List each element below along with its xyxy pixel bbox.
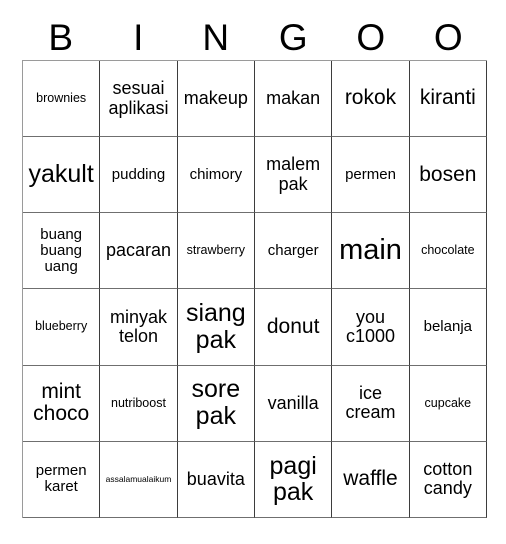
- bingo-header-letter: N: [202, 16, 230, 58]
- bingo-cell-label: charger: [267, 241, 319, 259]
- bingo-cell-label: yakult: [28, 160, 94, 189]
- bingo-cell-label: makeup: [183, 87, 248, 108]
- bingo-cell-label: main: [339, 234, 402, 267]
- bingo-header-letter: I: [133, 16, 144, 58]
- bingo-cell-label: you c1000: [345, 306, 396, 347]
- bingo-cell-label: sesuai aplikasi: [108, 78, 169, 118]
- bingo-cell[interactable]: assalamualaikum: [100, 441, 178, 518]
- bingo-cell[interactable]: vanilla: [255, 365, 333, 442]
- bingo-cell[interactable]: waffle: [332, 441, 410, 518]
- bingo-cell[interactable]: kiranti: [409, 61, 487, 138]
- bingo-cell[interactable]: pagi pak: [255, 441, 333, 518]
- bingo-cell-label: buavita: [186, 468, 245, 489]
- bingo-header-letter: O: [433, 16, 463, 58]
- bingo-cell[interactable]: sesuai aplikasi: [100, 61, 178, 138]
- bingo-cell-label: belanja: [423, 318, 473, 336]
- bingo-cell[interactable]: malem pak: [255, 137, 333, 214]
- bingo-cell[interactable]: buavita: [177, 441, 255, 518]
- bingo-cell-label: malem pak: [266, 154, 321, 194]
- bingo-cell[interactable]: strawberry: [177, 213, 255, 290]
- bingo-cell[interactable]: chimory: [177, 137, 255, 214]
- bingo-cell[interactable]: siang pak: [177, 289, 255, 366]
- bingo-cell-label: strawberry: [186, 243, 245, 258]
- bingo-cell[interactable]: donut: [255, 289, 333, 366]
- bingo-cell[interactable]: buang buang uang: [23, 213, 101, 290]
- bingo-cell[interactable]: you c1000: [332, 289, 410, 366]
- bingo-cell[interactable]: makeup: [177, 61, 255, 138]
- bingo-header-letter: B: [48, 16, 74, 58]
- bingo-cell-label: mint choco: [33, 379, 90, 426]
- bingo-cell[interactable]: pacaran: [100, 213, 178, 290]
- bingo-cell-label: pudding: [111, 165, 166, 183]
- bingo-cell-label: brownies: [36, 90, 87, 105]
- bingo-cell-label: vanilla: [267, 392, 319, 413]
- bingo-cell[interactable]: nutriboost: [100, 365, 178, 442]
- bingo-cell-label: ice cream: [345, 382, 396, 423]
- bingo-cell-label: cotton candy: [423, 459, 473, 499]
- bingo-cell-label: siang pak: [185, 299, 246, 355]
- bingo-cell[interactable]: permen: [332, 137, 410, 214]
- bingo-cell[interactable]: brownies: [23, 61, 101, 138]
- bingo-cell[interactable]: pudding: [100, 137, 178, 214]
- bingo-cell[interactable]: makan: [255, 61, 333, 138]
- bingo-cell-label: sore pak: [191, 375, 241, 431]
- bingo-cell-label: rokok: [344, 86, 397, 110]
- bingo-cell[interactable]: ice cream: [332, 365, 410, 442]
- bingo-cell[interactable]: blueberry: [23, 289, 101, 366]
- bingo-cell[interactable]: cotton candy: [409, 441, 487, 518]
- bingo-cell[interactable]: charger: [255, 213, 333, 290]
- bingo-card: B I N G O O brownies sesuai aplikasi makeup maka…: [0, 0, 506, 544]
- bingo-cell[interactable]: mint choco: [23, 365, 101, 442]
- bingo-cell-label: donut: [266, 314, 320, 338]
- bingo-cell-label: pacaran: [105, 240, 172, 261]
- bingo-cell[interactable]: cupcake: [409, 365, 487, 442]
- bingo-cell-label: minyak telon: [109, 306, 167, 347]
- bingo-header-letter: O: [356, 16, 386, 58]
- bingo-cell[interactable]: permen karet: [23, 441, 101, 518]
- bingo-cell[interactable]: main: [332, 213, 410, 290]
- bingo-cell[interactable]: rokok: [332, 61, 410, 138]
- bingo-cell-label: bosen: [419, 162, 477, 186]
- bingo-cell-label: permen: [345, 165, 396, 183]
- bingo-header-letter: G: [278, 16, 308, 58]
- bingo-cell-label: chocolate: [421, 243, 475, 258]
- bingo-cell[interactable]: sore pak: [177, 365, 255, 442]
- bingo-cell-label: makan: [266, 87, 321, 108]
- bingo-cell[interactable]: minyak telon: [100, 289, 178, 366]
- bingo-cell-label: buang buang uang: [40, 225, 83, 275]
- bingo-header-letters: BINGOO: [22, 14, 487, 60]
- bingo-cell-label: kiranti: [419, 86, 476, 110]
- bingo-cell-label: permen karet: [35, 462, 87, 496]
- bingo-cell[interactable]: chocolate: [409, 213, 487, 290]
- bingo-cell-label: chimory: [189, 165, 243, 183]
- bingo-cell-label: waffle: [343, 467, 398, 491]
- bingo-cell-label: nutriboost: [111, 395, 166, 410]
- bingo-cell-label: blueberry: [35, 319, 88, 334]
- bingo-cell[interactable]: belanja: [409, 289, 487, 366]
- bingo-cell[interactable]: bosen: [409, 137, 487, 214]
- bingo-grid: brownies sesuai aplikasi makeup makan rokok k…: [22, 60, 487, 518]
- bingo-cell-label: pagi pak: [269, 451, 317, 507]
- bingo-cell-label: cupcake: [424, 395, 472, 410]
- bingo-cell-label: assalamualaikum: [105, 473, 172, 484]
- bingo-cell[interactable]: yakult: [23, 137, 101, 214]
